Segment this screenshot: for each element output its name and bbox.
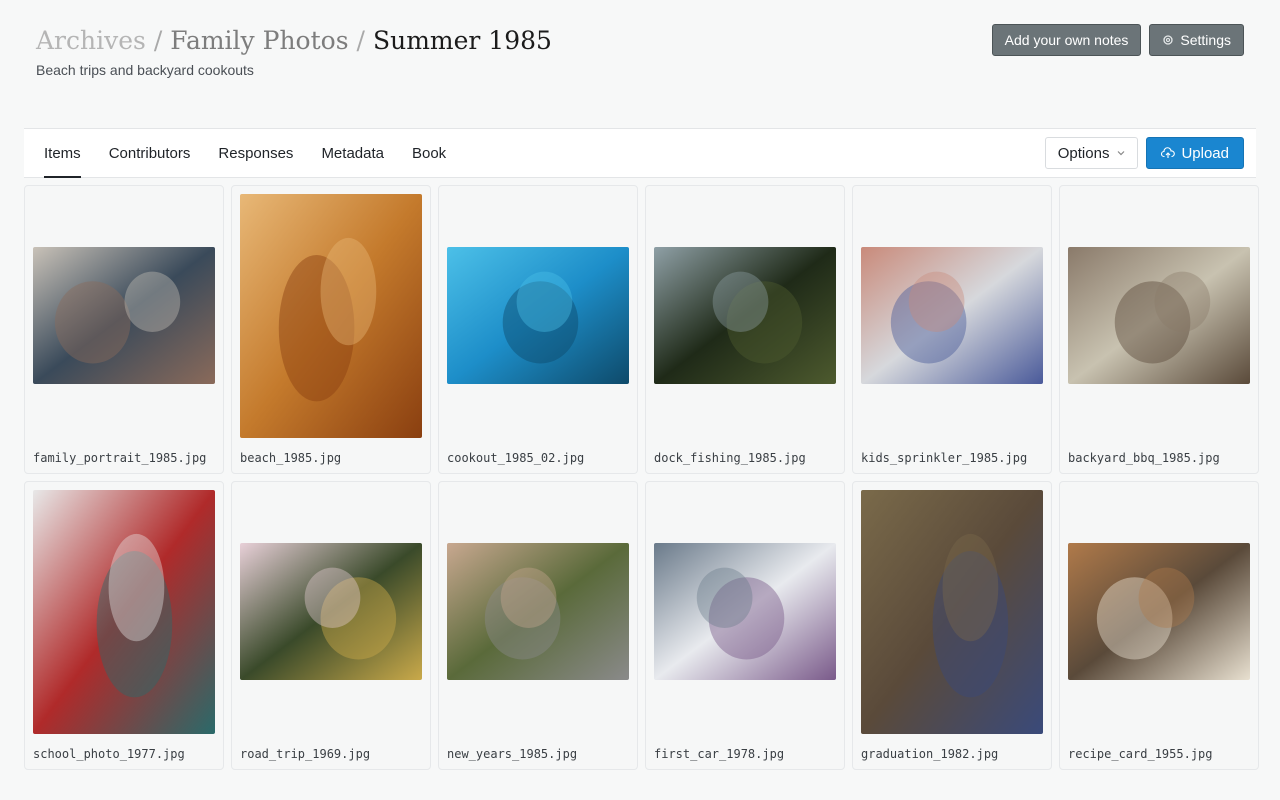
photo-card[interactable]: graduation_1982.jpg xyxy=(852,481,1052,770)
photo-filename: beach_1985.jpg xyxy=(240,451,342,465)
photo-thumbnail[interactable] xyxy=(33,247,215,384)
options-button[interactable]: Options xyxy=(1044,137,1139,169)
photo-filename: family_portrait_1985.jpg xyxy=(33,451,207,465)
photo-card[interactable]: kids_sprinkler_1985.jpg xyxy=(852,185,1052,474)
photo-filename: school_photo_1977.jpg xyxy=(33,747,185,761)
photo-card[interactable]: beach_1985.jpg xyxy=(231,185,431,474)
header-actions: Add your own notes Settings xyxy=(991,24,1244,56)
photo-card[interactable]: backyard_bbq_1985.jpg xyxy=(1059,185,1259,474)
options-label: Options xyxy=(1057,144,1110,162)
photo-thumbnail[interactable] xyxy=(447,543,629,680)
settings-button[interactable]: Settings xyxy=(1149,24,1244,56)
photo-filename: backyard_bbq_1985.jpg xyxy=(1068,451,1220,465)
tab-items[interactable]: Items xyxy=(44,129,81,178)
photo-card[interactable]: cookout_1985_02.jpg xyxy=(438,185,638,474)
chevron-down-icon xyxy=(1118,151,1125,156)
photo-thumbnail[interactable] xyxy=(861,247,1043,384)
breadcrumb-archives[interactable]: Archives xyxy=(36,24,146,58)
upload-button[interactable]: Upload xyxy=(1146,137,1244,169)
gear-icon xyxy=(1163,35,1174,45)
page-title: Summer 1985 xyxy=(372,26,552,55)
add-notes-label: Add your own notes xyxy=(1004,32,1129,48)
tab-actions: Options Upload xyxy=(1044,137,1244,169)
photo-filename: road_trip_1969.jpg xyxy=(240,747,371,761)
tabs: Items Contributors Responses Metadata Bo… xyxy=(24,129,474,178)
photo-thumbnail[interactable] xyxy=(1068,247,1250,384)
photo-filename: first_car_1978.jpg xyxy=(654,747,785,761)
cloud-upload-icon xyxy=(1161,147,1176,158)
photo-thumbnail[interactable] xyxy=(654,247,836,384)
photo-filename: cookout_1985_02.jpg xyxy=(447,451,585,465)
photo-card[interactable]: first_car_1978.jpg xyxy=(645,481,845,770)
photo-thumbnail[interactable] xyxy=(654,543,836,680)
photo-filename: kids_sprinkler_1985.jpg xyxy=(861,451,1028,465)
photo-card[interactable]: family_portrait_1985.jpg xyxy=(24,185,224,474)
breadcrumb-separator: / xyxy=(356,26,365,55)
photo-card[interactable]: school_photo_1977.jpg xyxy=(24,481,224,770)
photo-thumbnail[interactable] xyxy=(861,490,1043,734)
tab-responses[interactable]: Responses xyxy=(218,129,293,177)
photo-filename: recipe_card_1955.jpg xyxy=(1068,747,1213,761)
photo-thumbnail[interactable] xyxy=(33,490,215,734)
breadcrumb-family-photos[interactable]: Family Photos xyxy=(170,24,348,58)
breadcrumb-separator: / xyxy=(153,26,163,55)
photo-card[interactable]: road_trip_1969.jpg xyxy=(231,481,431,770)
photo-filename: new_years_1985.jpg xyxy=(447,747,578,761)
photo-card[interactable]: dock_fishing_1985.jpg xyxy=(645,185,845,474)
tab-book[interactable]: Book xyxy=(412,129,446,177)
photo-card[interactable]: recipe_card_1955.jpg xyxy=(1059,481,1259,770)
photo-filename: graduation_1982.jpg xyxy=(861,747,999,761)
add-notes-button[interactable]: Add your own notes xyxy=(991,24,1142,56)
photo-card[interactable]: new_years_1985.jpg xyxy=(438,481,638,770)
settings-label: Settings xyxy=(1180,32,1231,48)
photo-grid: family_portrait_1985.jpg beach_1985.jpg co… xyxy=(24,185,1259,770)
photo-thumbnail[interactable] xyxy=(240,194,422,438)
upload-label: Upload xyxy=(1181,144,1229,162)
tab-metadata[interactable]: Metadata xyxy=(321,129,384,177)
photo-filename: dock_fishing_1985.jpg xyxy=(654,451,806,465)
page-header: Archives / Family Photos / Summer 1985 B… xyxy=(36,24,1244,94)
page-subtitle: Beach trips and backyard cookouts xyxy=(36,62,254,78)
tab-contributors[interactable]: Contributors xyxy=(109,129,191,177)
tab-bar: Items Contributors Responses Metadata Bo… xyxy=(24,128,1256,178)
photo-thumbnail[interactable] xyxy=(447,247,629,384)
photo-thumbnail[interactable] xyxy=(1068,543,1250,680)
photo-thumbnail[interactable] xyxy=(240,543,422,680)
